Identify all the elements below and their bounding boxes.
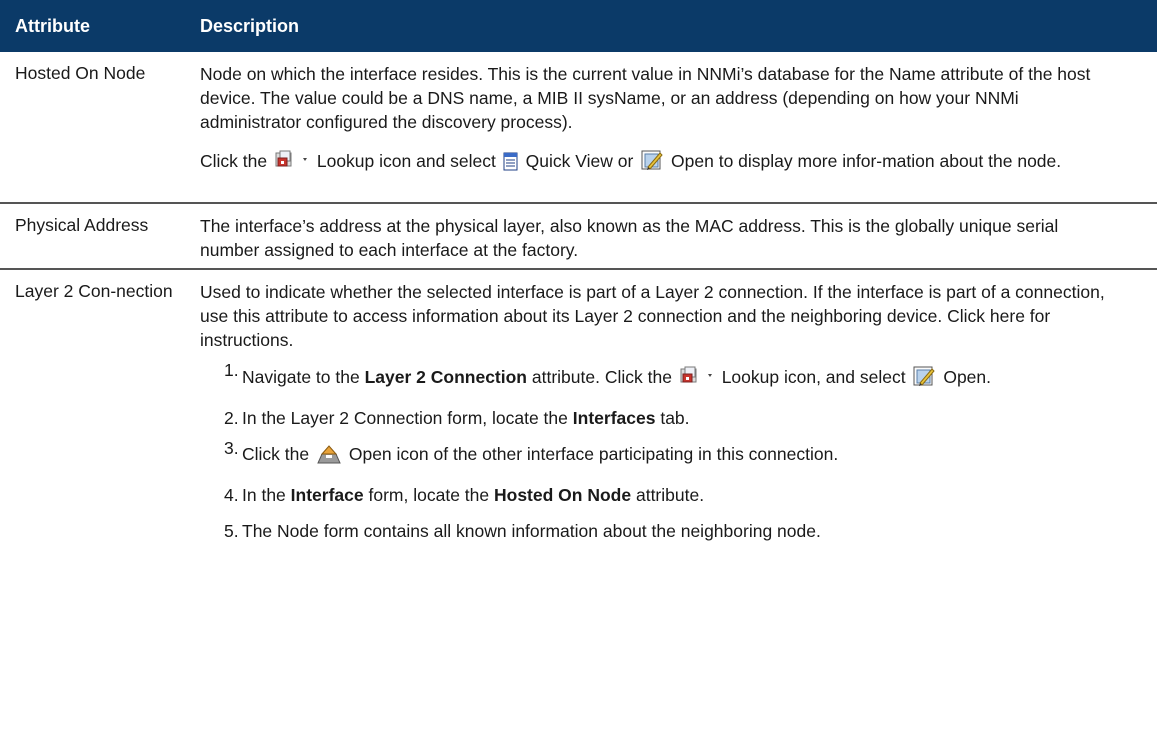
attribute-hosted-on-node: Hosted On Node <box>15 63 146 83</box>
lookup-instruction: Click the Lookup icon and select Quick V… <box>200 148 1120 178</box>
list-item: 5. The Node form contains all known info… <box>224 521 821 541</box>
table-header: Attribute Description <box>0 0 1157 52</box>
quick-view-icon[interactable] <box>503 152 519 178</box>
header-attribute: Attribute <box>15 16 90 36</box>
attribute-layer2-connection: Layer 2 Con-nection <box>15 281 173 301</box>
description-hosted-on-node: Node on which the interface resides. Thi… <box>200 62 1120 178</box>
lookup-icon[interactable] <box>274 150 310 178</box>
list-item: 4. In the Interface form, locate the Hos… <box>224 485 705 505</box>
instruction-steps: 1. Navigate to the Layer 2 Connection at… <box>200 360 1120 543</box>
list-item: 3. Click the Open icon of the other inte… <box>200 438 1120 471</box>
table-row: Layer 2 Con-nection Used to indicate whe… <box>0 270 1157 744</box>
description-text: Node on which the interface resides. Thi… <box>200 64 1091 132</box>
table-row: Hosted On Node Node on which the interfa… <box>0 52 1157 202</box>
attribute-physical-address: Physical Address <box>15 215 149 235</box>
description-text: Used to indicate whether the selected in… <box>200 282 1105 350</box>
table-row: Physical Address The interface’s address… <box>0 204 1157 268</box>
open-icon[interactable] <box>912 364 936 394</box>
description-layer2-connection: Used to indicate whether the selected in… <box>200 280 1120 543</box>
header-description: Description <box>200 16 300 36</box>
list-item: 1. Navigate to the Layer 2 Connection at… <box>200 360 1120 394</box>
description-physical-address: The interface’s address at the physical … <box>200 216 1059 260</box>
list-item: 2. In the Layer 2 Connection form, locat… <box>224 408 690 428</box>
open-icon[interactable] <box>640 148 664 178</box>
open-alt-icon[interactable] <box>316 443 342 471</box>
lookup-icon[interactable] <box>679 366 715 394</box>
